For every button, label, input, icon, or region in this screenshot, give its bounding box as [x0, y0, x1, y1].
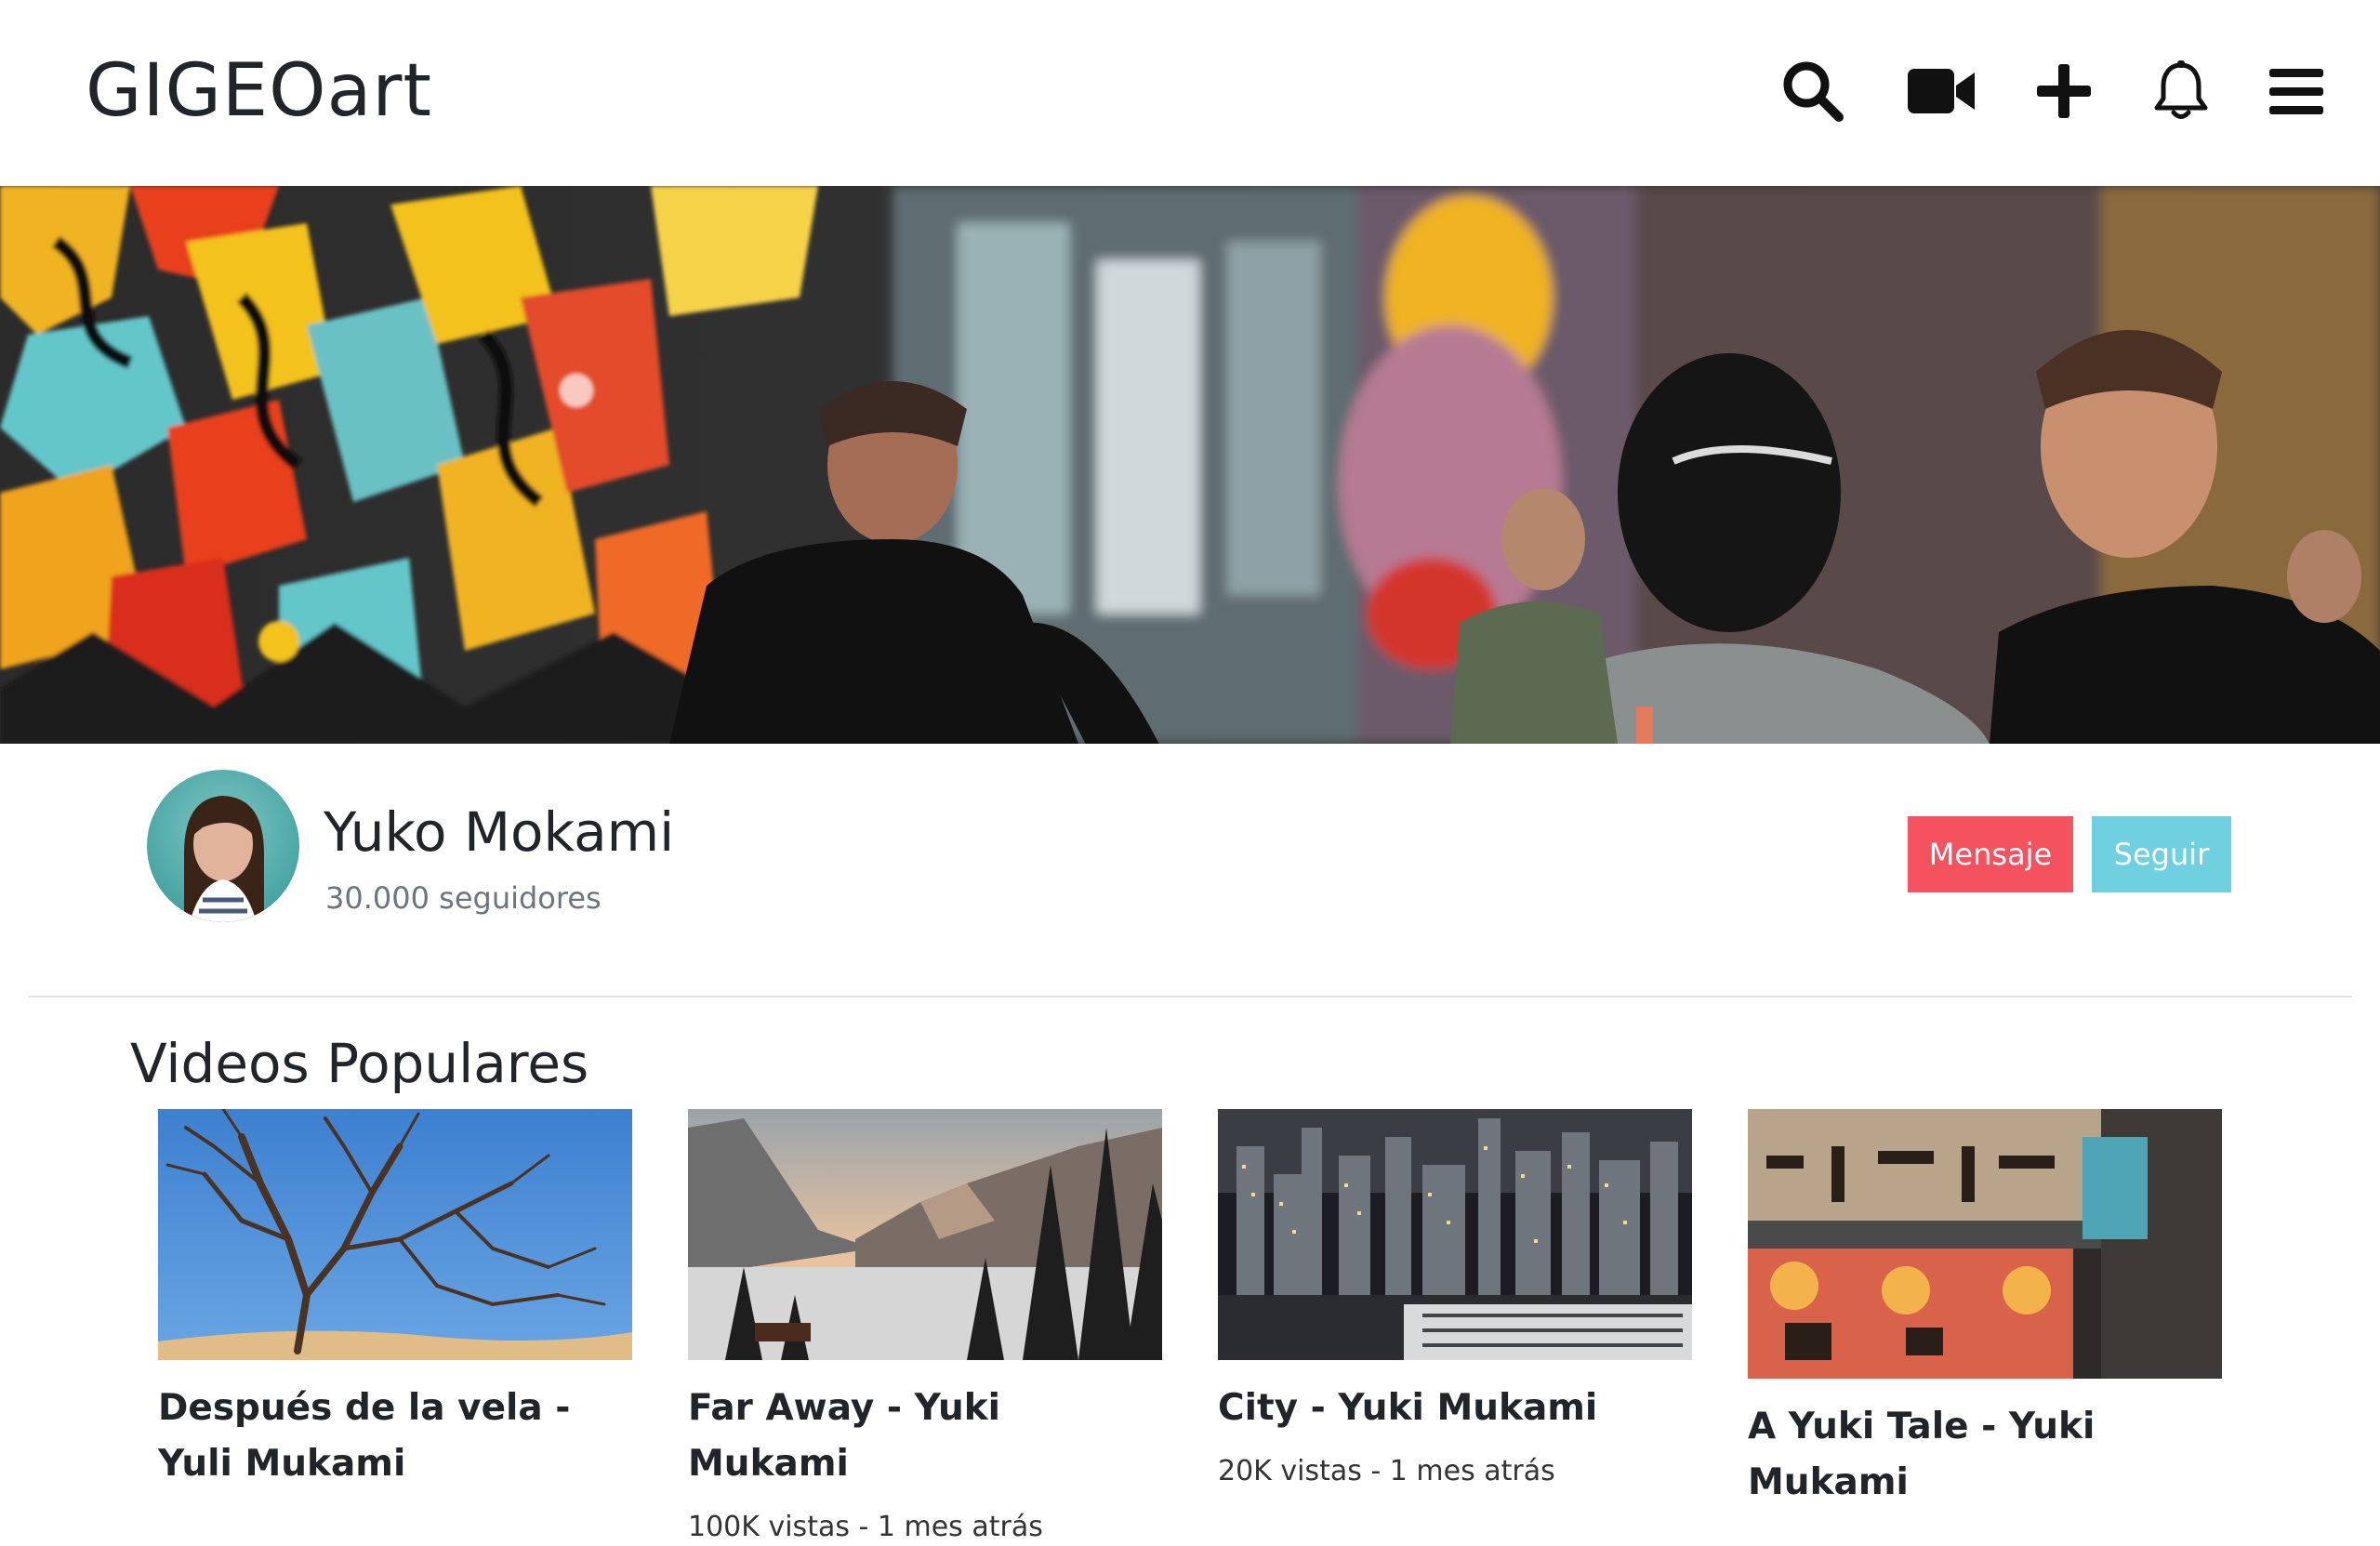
- bell-icon[interactable]: [2146, 56, 2216, 126]
- video-camera-icon[interactable]: [1906, 56, 1977, 126]
- video-title[interactable]: A Yuki Tale - Yuki Mukami: [1748, 1399, 2222, 1511]
- section-title-popular-videos: Videos Populares: [130, 1032, 589, 1095]
- follow-button[interactable]: Seguir: [2092, 816, 2231, 892]
- video-thumbnail[interactable]: [1748, 1109, 2222, 1379]
- video-card[interactable]: Far Away - Yuki Mukami 100K vistas - 1 m…: [688, 1109, 1162, 1546]
- profile-banner-image: [0, 186, 2380, 744]
- video-meta: 100K vistas - 1 mes atrás: [688, 1511, 1043, 1543]
- video-title[interactable]: City - Yuki Mukami: [1218, 1381, 1692, 1436]
- video-card[interactable]: City - Yuki Mukami 20K vistas - 1 mes at…: [1218, 1109, 1692, 1490]
- divider: [28, 996, 2352, 998]
- navbar: GIGEOart: [0, 0, 2380, 186]
- message-button[interactable]: Mensaje: [1908, 816, 2073, 892]
- video-title[interactable]: Far Away - Yuki Mukami: [688, 1381, 1162, 1492]
- video-title[interactable]: Después de la vela - Yuli Mukami: [158, 1381, 632, 1492]
- followers-count: 30.000 seguidores: [325, 880, 602, 916]
- video-card[interactable]: Después de la vela - Yuli Mukami: [158, 1109, 632, 1492]
- hamburger-menu-icon[interactable]: [2261, 56, 2332, 126]
- video-meta: 20K vistas - 1 mes atrás: [1218, 1455, 1555, 1487]
- avatar[interactable]: [147, 770, 299, 922]
- video-card[interactable]: A Yuki Tale - Yuki Mukami: [1748, 1109, 2222, 1511]
- search-icon[interactable]: [1778, 56, 1848, 126]
- plus-icon[interactable]: [2029, 56, 2099, 126]
- profile-name: Yuko Mokami: [324, 800, 675, 864]
- video-thumbnail[interactable]: [158, 1109, 632, 1360]
- brand-logo[interactable]: GIGEOart: [86, 45, 432, 138]
- video-thumbnail[interactable]: [1218, 1109, 1692, 1360]
- video-thumbnail[interactable]: [688, 1109, 1162, 1360]
